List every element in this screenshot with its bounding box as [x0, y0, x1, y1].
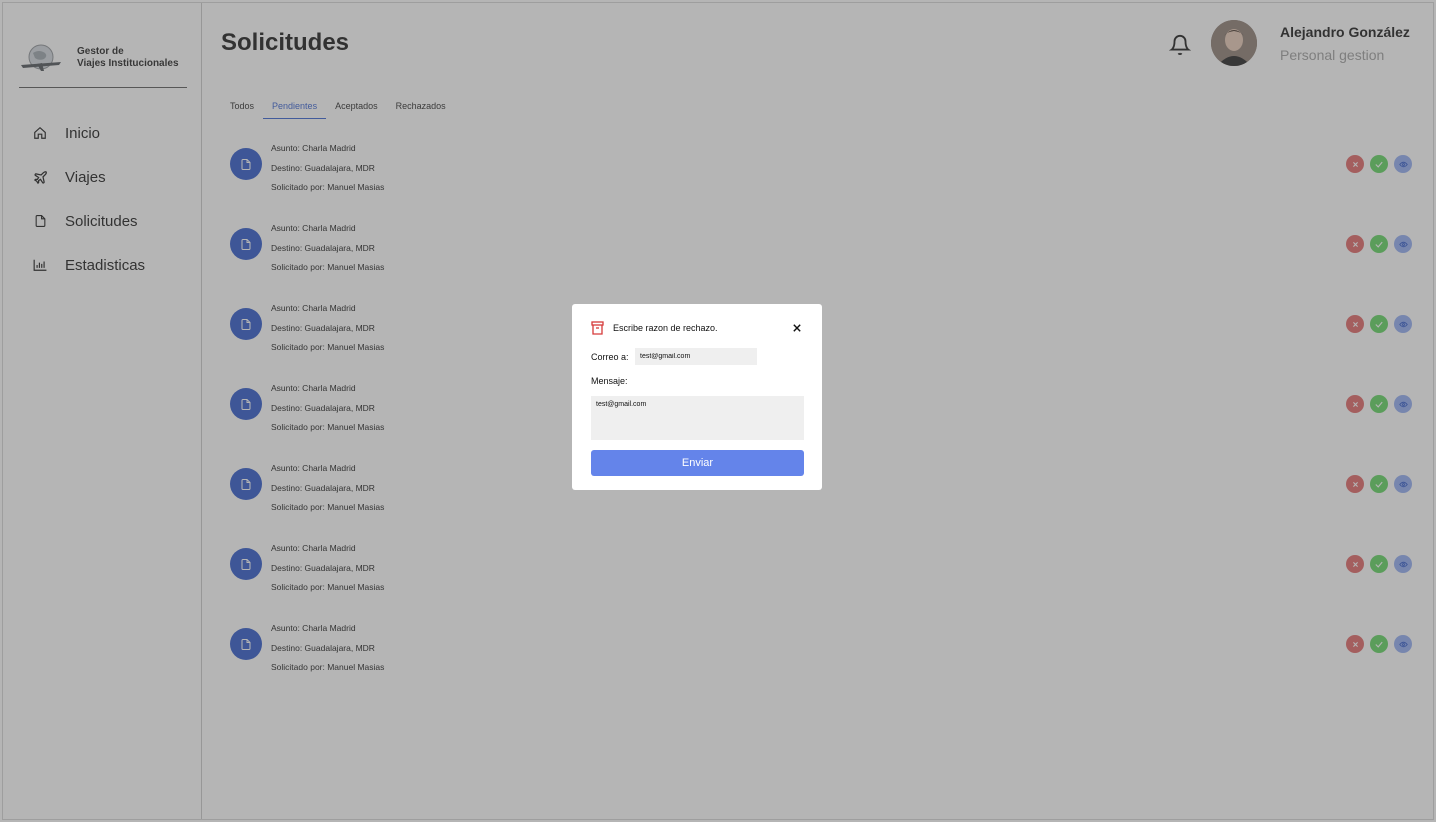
reject-reason-modal: Escribe razon de rechazo. Correo a: Mens…: [572, 304, 822, 490]
email-to-field[interactable]: [635, 348, 757, 365]
send-button[interactable]: Enviar: [591, 450, 804, 476]
close-icon[interactable]: [790, 321, 804, 335]
modal-title: Escribe razon de rechazo.: [613, 323, 718, 333]
archive-icon: [591, 321, 604, 335]
email-to-label: Correo a:: [591, 352, 629, 362]
message-label: Mensaje:: [591, 376, 628, 386]
message-field[interactable]: test@gmail.com: [591, 396, 804, 440]
